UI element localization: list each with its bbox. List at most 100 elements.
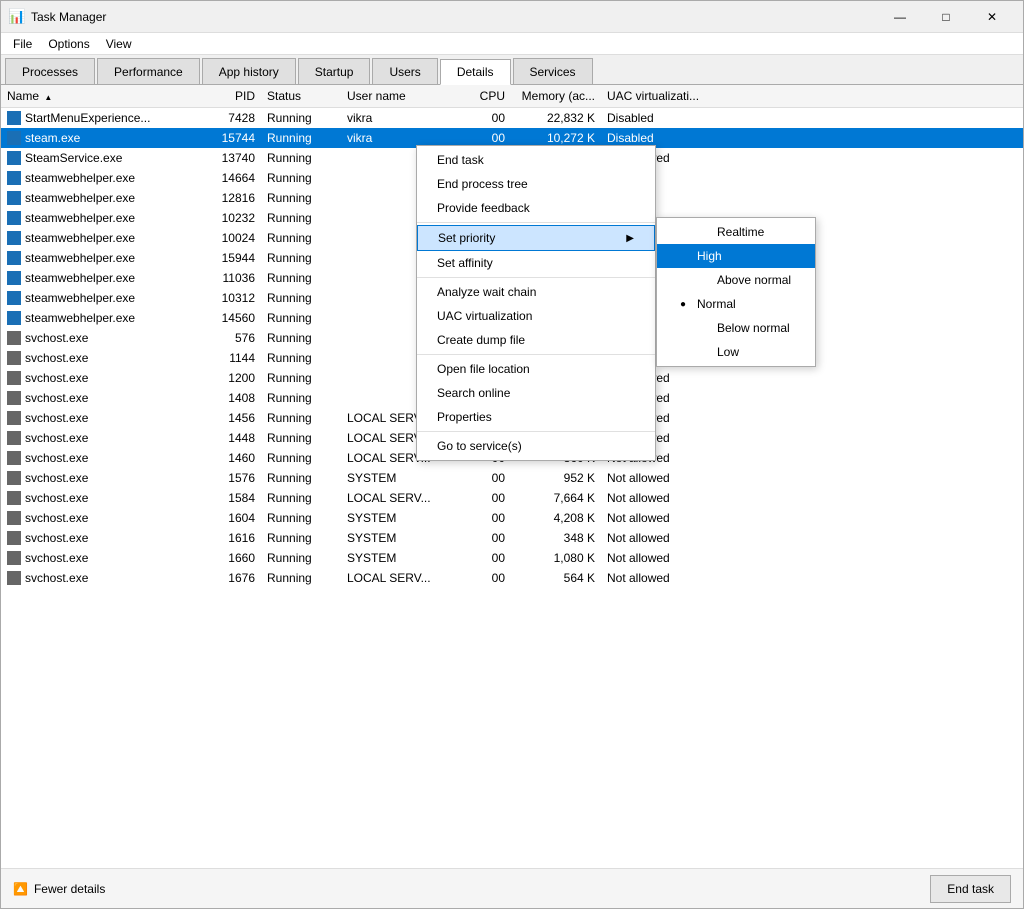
cell-pid: 7428 [201, 111, 261, 125]
cell-memory: 7,664 K [511, 491, 601, 505]
ctx-open-file-location[interactable]: Open file location [417, 357, 655, 381]
cell-pid: 1616 [201, 531, 261, 545]
ctx-separator-4 [417, 431, 655, 432]
tab-services[interactable]: Services [513, 58, 593, 84]
cell-status: Running [261, 571, 341, 585]
menu-options[interactable]: Options [40, 35, 97, 53]
process-icon [7, 231, 21, 245]
cell-name: svchost.exe [1, 431, 201, 445]
table-row[interactable]: svchost.exe 1604 Running SYSTEM 00 4,208… [1, 508, 1023, 528]
ctx-analyze-wait-chain[interactable]: Analyze wait chain [417, 280, 655, 304]
cell-name: svchost.exe [1, 551, 201, 565]
cell-uac: Disabled [601, 111, 721, 125]
cell-username: LOCAL SERV... [341, 571, 471, 585]
tab-app-history[interactable]: App history [202, 58, 296, 84]
window-controls: — □ ✕ [877, 1, 1015, 33]
cell-name: steamwebhelper.exe [1, 251, 201, 265]
cell-status: Running [261, 351, 341, 365]
cell-pid: 1584 [201, 491, 261, 505]
ctx-uac-virtualization[interactable]: UAC virtualization [417, 304, 655, 328]
cell-username: vikra [341, 131, 471, 145]
cell-name: svchost.exe [1, 371, 201, 385]
close-button[interactable]: ✕ [969, 1, 1015, 33]
process-icon [7, 371, 21, 385]
ctx-provide-feedback[interactable]: Provide feedback [417, 196, 655, 220]
priority-submenu: Realtime High Above normal ●Normal Below… [656, 217, 816, 367]
process-icon [7, 411, 21, 425]
cell-memory: 10,272 K [511, 131, 601, 145]
cell-status: Running [261, 251, 341, 265]
cell-pid: 1460 [201, 451, 261, 465]
cell-pid: 10024 [201, 231, 261, 245]
cell-cpu: 00 [471, 471, 511, 485]
cell-name: svchost.exe [1, 531, 201, 545]
ctx-set-priority-arrow: ▶ [626, 233, 634, 244]
cell-status: Running [261, 491, 341, 505]
ctx-go-to-services[interactable]: Go to service(s) [417, 434, 655, 458]
menu-file[interactable]: File [5, 35, 40, 53]
cell-status: Running [261, 531, 341, 545]
table-row[interactable]: svchost.exe 1616 Running SYSTEM 00 348 K… [1, 528, 1023, 548]
cell-pid: 1604 [201, 511, 261, 525]
col-header-name[interactable]: Name ▲ [1, 87, 201, 105]
col-header-status[interactable]: Status [261, 87, 341, 105]
priority-below-normal[interactable]: Below normal [657, 316, 815, 340]
cell-name: svchost.exe [1, 511, 201, 525]
priority-above-normal[interactable]: Above normal [657, 268, 815, 292]
cell-status: Running [261, 551, 341, 565]
ctx-create-dump-file[interactable]: Create dump file [417, 328, 655, 352]
process-icon [7, 471, 21, 485]
cell-status: Running [261, 371, 341, 385]
fewer-details-button[interactable]: 🔼 Fewer details [13, 882, 105, 896]
ctx-set-priority[interactable]: Set priority ▶ [417, 225, 655, 251]
table-row[interactable]: StartMenuExperience... 7428 Running vikr… [1, 108, 1023, 128]
cell-uac: Not allowed [601, 531, 721, 545]
cell-pid: 1448 [201, 431, 261, 445]
table-row[interactable]: svchost.exe 1676 Running LOCAL SERV... 0… [1, 568, 1023, 588]
ctx-search-online[interactable]: Search online [417, 381, 655, 405]
cell-pid: 1676 [201, 571, 261, 585]
tab-users[interactable]: Users [372, 58, 437, 84]
col-header-memory[interactable]: Memory (ac... [511, 87, 601, 105]
col-header-username[interactable]: User name [341, 87, 471, 105]
table-row[interactable]: svchost.exe 1660 Running SYSTEM 00 1,080… [1, 548, 1023, 568]
process-icon [7, 531, 21, 545]
cell-uac: Not allowed [601, 571, 721, 585]
ctx-separator-3 [417, 354, 655, 355]
ctx-properties[interactable]: Properties [417, 405, 655, 429]
col-header-cpu[interactable]: CPU [471, 87, 511, 105]
col-header-pid[interactable]: PID [201, 87, 261, 105]
priority-high[interactable]: High [657, 244, 815, 268]
menu-view[interactable]: View [98, 35, 140, 53]
end-task-button[interactable]: End task [930, 875, 1011, 903]
priority-realtime[interactable]: Realtime [657, 220, 815, 244]
tab-performance[interactable]: Performance [97, 58, 200, 84]
cell-cpu: 00 [471, 571, 511, 585]
tab-details[interactable]: Details [440, 59, 511, 85]
ctx-separator-1 [417, 222, 655, 223]
cell-memory: 348 K [511, 531, 601, 545]
normal-bullet: ● [677, 299, 689, 310]
table-row[interactable]: svchost.exe 1584 Running LOCAL SERV... 0… [1, 488, 1023, 508]
maximize-button[interactable]: □ [923, 1, 969, 33]
priority-low[interactable]: Low [657, 340, 815, 364]
cell-pid: 11036 [201, 271, 261, 285]
priority-normal[interactable]: ●Normal [657, 292, 815, 316]
cell-pid: 1200 [201, 371, 261, 385]
tab-processes[interactable]: Processes [5, 58, 95, 84]
cell-name: SteamService.exe [1, 151, 201, 165]
cell-memory: 952 K [511, 471, 601, 485]
process-icon [7, 171, 21, 185]
ctx-end-process-tree[interactable]: End process tree [417, 172, 655, 196]
ctx-end-task[interactable]: End task [417, 148, 655, 172]
col-header-uac[interactable]: UAC virtualizati... [601, 87, 721, 105]
table-row[interactable]: svchost.exe 1576 Running SYSTEM 00 952 K… [1, 468, 1023, 488]
cell-name: svchost.exe [1, 351, 201, 365]
table-header: Name ▲ PID Status User name CPU Memory (… [1, 85, 1023, 108]
minimize-button[interactable]: — [877, 1, 923, 33]
process-icon [7, 391, 21, 405]
tab-startup[interactable]: Startup [298, 58, 371, 84]
cell-pid: 10232 [201, 211, 261, 225]
ctx-set-affinity[interactable]: Set affinity [417, 251, 655, 275]
cell-uac: Not allowed [601, 511, 721, 525]
